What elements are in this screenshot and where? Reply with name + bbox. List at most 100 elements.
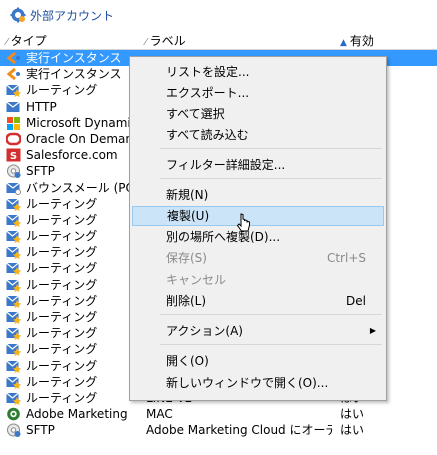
- menu-item-label: 新規(N): [166, 188, 209, 202]
- routing-icon: [6, 197, 21, 211]
- menu-item-label: 保存(S): [166, 251, 207, 265]
- routing-icon: [6, 83, 21, 98]
- list-item[interactable]: Adobe Marketing Clo MAC はい: [0, 406, 437, 422]
- menu-item-delete[interactable]: 削除(L) Del: [132, 291, 384, 311]
- cell-type: HTTP: [26, 99, 57, 114]
- routing-icon: [6, 326, 21, 341]
- adobe-icon: [6, 407, 21, 421]
- routing-icon: [6, 245, 21, 260]
- menu-item-label: 削除(L): [166, 294, 207, 308]
- cell-type: ルーティング: [26, 374, 98, 389]
- menu-item-duplicate-elsewhere[interactable]: 別の場所へ複製(D)...: [132, 227, 384, 247]
- external-accounts-window: 外部アカウント ⁄ タイプ ⁄ ラベル ▲ 有効 実行インスタンス 実行インスタンス ルー…: [0, 0, 437, 455]
- column-header-label-label: ラベル: [149, 34, 186, 48]
- column-headers: ⁄ タイプ ⁄ ラベル ▲ 有効: [0, 33, 437, 50]
- cell-label: Adobe Marketing Cloud にオーディ...: [146, 423, 332, 438]
- menu-item-label: すべて選択: [166, 107, 225, 121]
- list-item[interactable]: SFTP Adobe Marketing Cloud にオーディ... はい: [0, 422, 437, 438]
- menu-item-cancel[interactable]: キャンセル: [132, 270, 384, 290]
- cell-type: ルーティング: [26, 196, 98, 211]
- menu-item-label: キャンセル: [166, 273, 227, 287]
- instance-icon: [6, 67, 21, 81]
- window-titlebar: 外部アカウント: [0, 0, 437, 30]
- pop-icon: [6, 181, 21, 195]
- instance-icon: [6, 51, 21, 65]
- menu-separator: [160, 178, 382, 179]
- column-header-type[interactable]: ⁄ タイプ: [6, 33, 47, 49]
- menu-item-label: アクション(A): [166, 324, 243, 338]
- cell-type: ルーティング: [26, 245, 98, 260]
- cell-type: ルーティング: [26, 212, 98, 227]
- mouse-pointer-icon: [236, 213, 250, 232]
- menu-separator: [160, 344, 382, 345]
- menu-item-save[interactable]: 保存(S) Ctrl+S: [132, 248, 384, 268]
- menu-separator: [160, 148, 382, 149]
- menu-item-shortcut: Ctrl+S: [326, 251, 366, 265]
- menu-item-label: フィルター詳細設定...: [166, 158, 286, 172]
- svg-text:S: S: [10, 151, 17, 162]
- menu-item-load-all[interactable]: すべて読み込む: [132, 125, 384, 145]
- microsoft-icon: [6, 116, 21, 130]
- menu-separator: [160, 314, 382, 315]
- routing-icon: [6, 261, 21, 276]
- menu-item-open[interactable]: 開く(O): [132, 351, 384, 371]
- cell-type: ルーティング: [26, 390, 98, 405]
- column-header-enabled[interactable]: ▲ 有効: [340, 33, 374, 49]
- menu-item-advanced-filter[interactable]: フィルター詳細設定...: [132, 155, 384, 175]
- column-header-type-label: タイプ: [10, 34, 47, 48]
- menu-item-export[interactable]: エクスポート...: [132, 83, 384, 103]
- cell-type: 実行インスタンス: [26, 51, 122, 65]
- cell-type: ルーティング: [26, 229, 98, 244]
- cell-type: ルーティング: [26, 342, 98, 357]
- external-account-icon: [10, 7, 26, 23]
- routing-icon: [6, 213, 21, 227]
- sftp-icon: [6, 164, 21, 179]
- menu-item-select-all[interactable]: すべて選択: [132, 104, 384, 124]
- cell-type: バウンスメール (POP: [26, 180, 130, 195]
- cell-enabled: はい: [340, 423, 365, 438]
- routing-icon: [6, 229, 21, 244]
- menu-item-configure-list[interactable]: リストを設定...: [132, 62, 384, 82]
- cell-type: ルーティング: [26, 358, 98, 373]
- menu-item-label: 複製(U): [167, 209, 210, 223]
- menu-item-shortcut: Del: [346, 294, 366, 308]
- cell-type: Salesforce.com: [26, 148, 118, 163]
- http-icon: [6, 100, 21, 114]
- menu-item-actions[interactable]: アクション(A) ▶: [132, 321, 384, 341]
- cell-label: MAC: [146, 407, 173, 422]
- cell-type: ルーティング: [26, 261, 98, 276]
- cell-type: Oracle On Demand: [26, 131, 130, 146]
- salesforce-icon: S: [6, 148, 21, 162]
- menu-item-label: 開く(O): [166, 354, 209, 368]
- cell-type: ルーティング: [26, 326, 98, 341]
- cell-type: ルーティング: [26, 277, 98, 292]
- cell-enabled: はい: [340, 407, 365, 422]
- sftp-icon: [6, 423, 21, 438]
- menu-item-label: リストを設定...: [166, 65, 250, 79]
- column-header-label[interactable]: ⁄ ラベル: [145, 33, 186, 49]
- routing-icon: [6, 359, 21, 373]
- cell-type: ルーティング: [26, 83, 98, 98]
- menu-item-new[interactable]: 新規(N): [132, 185, 384, 205]
- cell-type: Adobe Marketing Clo: [26, 407, 130, 422]
- menu-item-duplicate[interactable]: 複製(U): [132, 206, 384, 226]
- cell-type: Microsoft Dynamic: [26, 115, 130, 130]
- menu-item-label: すべて読み込む: [166, 128, 249, 142]
- submenu-arrow-icon: ▶: [369, 326, 376, 335]
- routing-icon: [6, 310, 21, 324]
- cell-type: ルーティング: [26, 310, 98, 324]
- column-grip-icon: ⁄: [6, 37, 8, 48]
- sort-ascending-icon: ▲: [340, 38, 347, 48]
- routing-icon: [6, 278, 21, 292]
- window-title: 外部アカウント: [30, 8, 115, 23]
- routing-icon: [6, 375, 21, 389]
- cell-type: SFTP: [26, 423, 55, 438]
- cell-type: SFTP: [26, 164, 55, 179]
- column-header-enabled-label: 有効: [349, 34, 374, 48]
- menu-item-label: エクスポート...: [166, 86, 250, 100]
- context-menu: リストを設定... エクスポート... すべて選択すべて読み込むフィルター詳細設定.…: [129, 56, 387, 401]
- oracle-icon: [5, 132, 22, 146]
- cell-type: ルーティング: [26, 293, 98, 308]
- menu-item-open-new-window[interactable]: 新しいウィンドウで開く(O)...: [132, 373, 384, 393]
- menu-item-label: 新しいウィンドウで開く(O)...: [166, 376, 329, 390]
